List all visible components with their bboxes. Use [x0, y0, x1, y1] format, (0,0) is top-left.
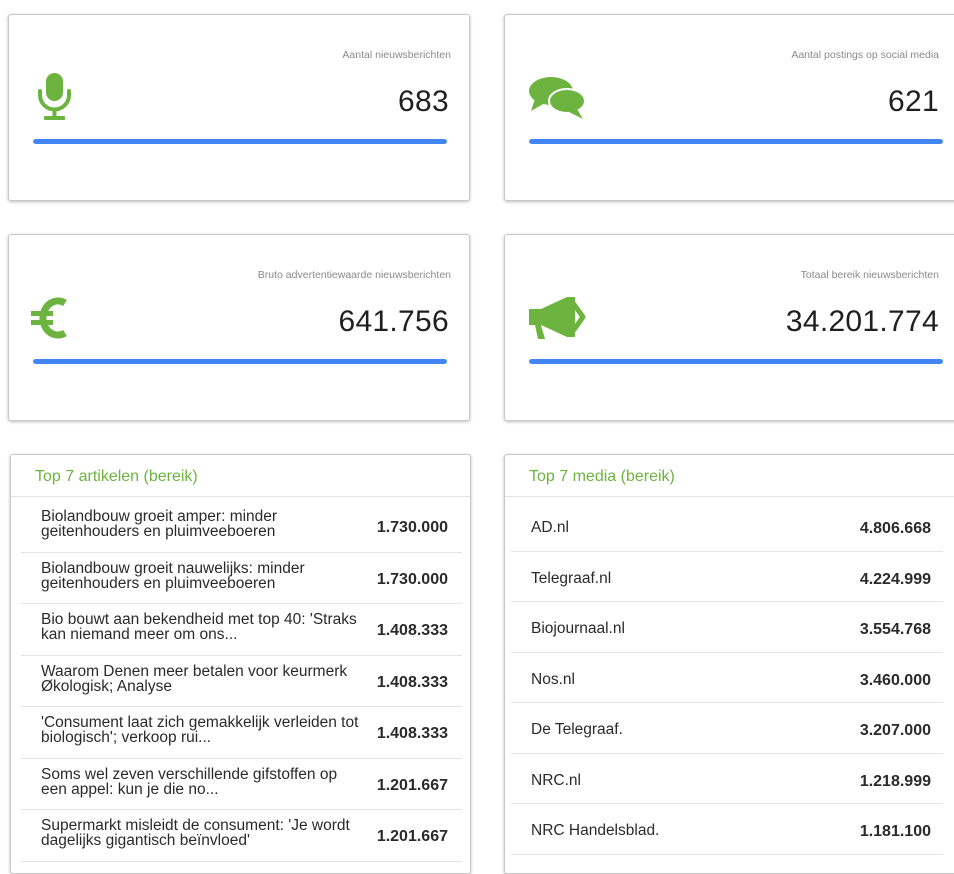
list-item[interactable]: Soms wel zeven verschillende gifstoffen …	[21, 759, 462, 810]
progress-bar	[33, 359, 447, 364]
stat-value: 34.201.774	[785, 305, 939, 338]
reach-value: 1.218.999	[859, 772, 931, 790]
reach-value: 1.181.100	[859, 823, 931, 840]
reach-value: 4.806.668	[859, 520, 931, 537]
list-item[interactable]: Telegraaf.nl 4.224.999	[511, 552, 943, 602]
reach-value: 4.224.999	[859, 570, 931, 588]
stat-card-ad-value: Bruto advertentiewaarde nieuwsberichten …	[8, 234, 470, 421]
stat-card-social-postings: Aantal postings op social media 621	[504, 14, 954, 201]
stat-card-total-reach: Totaal bereik nieuwsberichten 34.201.774	[504, 234, 954, 421]
list-item[interactable]: Biojournaal.nl 3.554.768	[511, 602, 943, 653]
progress-bar	[33, 139, 447, 144]
article-title: 'Consument laat zich gemakkelijk verleid…	[41, 714, 359, 746]
media-name: Telegraaf.nl	[531, 569, 612, 587]
euro-icon	[29, 291, 77, 343]
progress-bar	[529, 139, 943, 144]
progress-bar	[529, 359, 943, 364]
reach-value: 1.730.000	[376, 519, 448, 536]
article-title: Biolandbouw groeit nauwelijks: minder ge…	[41, 559, 305, 592]
media-name: De Telegraaf.	[531, 721, 623, 738]
reach-value: 3.460.000	[859, 671, 931, 689]
list-item[interactable]: De Telegraaf. 3.207.000	[511, 703, 943, 754]
stat-value: 683	[398, 85, 449, 118]
list-item[interactable]: 'Consument laat zich gemakkelijk verleid…	[21, 707, 462, 759]
reach-value: 1.201.667	[376, 828, 448, 845]
article-title: Supermarkt misleidt de consument: 'Je wo…	[41, 817, 350, 849]
progress-bar-fill	[529, 359, 943, 364]
media-name: AD.nl	[531, 519, 569, 536]
list-item[interactable]: Supermarkt misleidt de consument: 'Je wo…	[21, 810, 462, 862]
stat-value: 621	[888, 85, 939, 118]
media-name: NRC.nl	[531, 771, 581, 789]
reach-value: 1.408.333	[376, 725, 448, 742]
list-item[interactable]: Biolandbouw groeit nauwelijks: minder ge…	[21, 553, 462, 604]
reach-value: 1.408.333	[376, 673, 448, 691]
list-item[interactable]: Nos.nl 3.460.000	[511, 653, 943, 703]
stat-label: Aantal postings op social media	[791, 49, 939, 61]
megaphone-icon	[527, 291, 589, 343]
microphone-icon	[31, 71, 79, 123]
progress-bar-fill	[33, 139, 447, 144]
card-title: Top 7 artikelen (bereik)	[11, 455, 470, 497]
article-title: Soms wel zeven verschillende gifstoffen …	[41, 765, 338, 798]
stat-value: 641.756	[338, 305, 449, 338]
reach-value: 1.201.667	[376, 776, 448, 794]
list-item[interactable]: AD.nl 4.806.668	[511, 501, 943, 552]
reach-value: 3.207.000	[859, 722, 931, 739]
top-articles-card: Top 7 artikelen (bereik) Biolandbouw gro…	[10, 454, 471, 874]
article-title: Biolandbouw groeit amper: minder geitenh…	[41, 508, 278, 540]
speech-bubbles-icon	[527, 71, 589, 123]
reach-value: 1.730.000	[376, 570, 448, 588]
media-name: Nos.nl	[531, 670, 575, 688]
list-item[interactable]: NRC Handelsblad. 1.181.100	[511, 804, 943, 855]
stat-card-news-count: Aantal nieuwsberichten 683	[8, 14, 470, 201]
top-media-card: Top 7 media (bereik) AD.nl 4.806.668 Tel…	[504, 454, 954, 874]
progress-bar-fill	[33, 359, 447, 364]
stat-label: Totaal bereik nieuwsberichten	[800, 269, 939, 281]
card-title: Top 7 media (bereik)	[505, 455, 954, 497]
stat-label: Bruto advertentiewaarde nieuwsberichten	[257, 269, 451, 281]
reach-value: 3.554.768	[859, 621, 931, 638]
list-item[interactable]: Bio bouwt aan bekendheid met top 40: 'St…	[21, 604, 462, 656]
article-title: Bio bouwt aan bekendheid met top 40: 'St…	[41, 611, 357, 643]
article-list: Biolandbouw groeit amper: minder geitenh…	[21, 501, 462, 862]
media-list: AD.nl 4.806.668 Telegraaf.nl 4.224.999 B…	[511, 501, 943, 855]
list-item[interactable]: Biolandbouw groeit amper: minder geitenh…	[21, 501, 462, 553]
media-name: Biojournaal.nl	[531, 620, 625, 637]
media-name: NRC Handelsblad.	[531, 822, 660, 839]
list-item[interactable]: NRC.nl 1.218.999	[511, 754, 943, 804]
stat-label: Aantal nieuwsberichten	[342, 49, 451, 61]
reach-value: 1.408.333	[376, 622, 448, 639]
progress-bar-fill	[529, 139, 943, 144]
article-title: Waarom Denen meer betalen voor keurmerk …	[41, 662, 348, 695]
list-item[interactable]: Waarom Denen meer betalen voor keurmerk …	[21, 656, 462, 707]
